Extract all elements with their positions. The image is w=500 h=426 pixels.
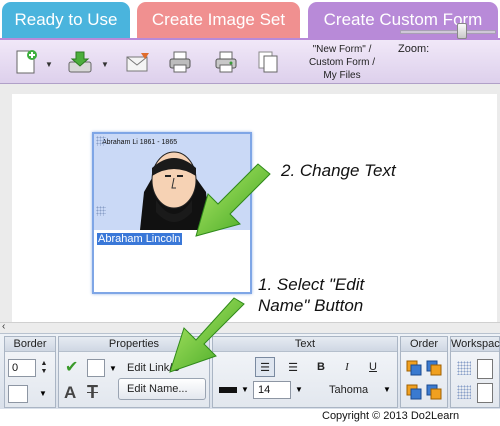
border-color-swatch[interactable] — [8, 385, 28, 403]
properties-ribbon: Border 0 ▲ ▼ ▼ Properties ✔ ▼ Edit Link/U… — [0, 333, 500, 409]
grid-icon[interactable] — [457, 385, 471, 399]
email-button[interactable] — [124, 48, 152, 76]
zoom-slider-thumb[interactable] — [457, 23, 468, 39]
align-center-button[interactable]: ☰ — [255, 357, 275, 377]
save-icon — [68, 51, 92, 73]
text-color-swatch[interactable] — [219, 387, 237, 393]
resize-handle-icon[interactable] — [96, 206, 106, 216]
group-title: Border — [5, 337, 55, 352]
order-icons[interactable] — [405, 357, 445, 405]
group-title: Properties — [59, 337, 209, 352]
tab-ready-to-use[interactable]: Ready to Use — [2, 2, 130, 38]
font-size-input[interactable]: 14 — [253, 381, 291, 399]
annotation-step-2: 2. Change Text — [281, 161, 396, 180]
clear-format-icon[interactable]: T — [87, 382, 98, 403]
horizontal-scrollbar[interactable]: ‹ — [0, 321, 500, 333]
check-icon[interactable]: ✔ — [65, 357, 78, 377]
zoom-label: Zoom: — [398, 43, 430, 55]
breadcrumb: "New Form" / Custom Form / My Files — [296, 43, 388, 82]
order-group: Order — [400, 336, 448, 408]
copyright-text: Copyright © 2013 Do2Learn — [322, 410, 460, 422]
fill-color-swatch[interactable] — [87, 359, 105, 377]
chevron-down-icon[interactable]: ▼ — [295, 385, 303, 394]
align-right-button[interactable]: ☰ — [283, 357, 303, 377]
copy-icon — [258, 51, 278, 73]
toolbar: ▼ ▼ "New Form" / Custom Form / My Files … — [0, 38, 500, 84]
breadcrumb-item[interactable]: "New Form" / — [296, 43, 388, 56]
save-button[interactable] — [66, 48, 94, 76]
border-group: Border 0 ▲ ▼ ▼ — [4, 336, 56, 408]
print-button[interactable] — [166, 48, 194, 76]
email-icon — [126, 53, 149, 72]
text-group: Text ☰ ☰ B I U ▼ 14 ▼ Tahoma ▼ — [212, 336, 398, 408]
chevron-down-icon[interactable]: ▼ — [109, 364, 117, 373]
annotation-line: Name" Button — [258, 296, 364, 315]
print-preview-button[interactable] — [212, 48, 240, 76]
chevron-down-icon[interactable]: ▼ — [45, 60, 53, 69]
italic-button[interactable]: I — [337, 357, 357, 377]
new-form-button[interactable] — [12, 48, 40, 76]
group-title: Order — [401, 337, 447, 352]
new-form-icon — [16, 50, 37, 74]
scroll-left-icon[interactable]: ‹ — [2, 321, 5, 332]
resize-handle-icon[interactable] — [96, 136, 106, 146]
edit-link-button[interactable]: Edit Link/U — [127, 362, 180, 374]
breadcrumb-item[interactable]: Custom Form / — [296, 56, 388, 69]
grid-icon[interactable] — [457, 361, 471, 375]
card-image: Abraham Li 1861 - 1865 — [94, 134, 250, 230]
chevron-down-icon[interactable]: ▼ — [101, 60, 109, 69]
edit-name-button[interactable]: Edit Name... — [118, 378, 206, 400]
border-width-input[interactable]: 0 — [8, 359, 36, 377]
card-caption: Abraham Li 1861 - 1865 — [102, 139, 178, 146]
page-icon[interactable] — [477, 359, 493, 379]
portrait-image — [140, 151, 210, 230]
chevron-down-icon[interactable]: ▼ — [39, 389, 47, 398]
print-preview-icon — [215, 51, 237, 73]
zoom-slider[interactable] — [400, 30, 496, 34]
breadcrumb-item[interactable]: My Files — [296, 69, 388, 82]
chevron-down-icon[interactable]: ▼ — [383, 385, 391, 394]
copy-button[interactable] — [254, 48, 282, 76]
annotation-step-1: 1. Select "Edit Name" Button — [258, 274, 364, 316]
tab-create-image-set[interactable]: Create Image Set — [137, 2, 300, 38]
group-title: Workspac — [451, 337, 500, 352]
group-title: Text — [213, 337, 397, 352]
annotation-line: 1. Select "Edit — [258, 275, 365, 294]
border-stepper[interactable]: ▲ ▼ — [37, 359, 51, 377]
workspace-group: Workspac — [450, 336, 500, 408]
font-family-select[interactable]: Tahoma — [329, 384, 368, 396]
underline-button[interactable]: U — [363, 357, 383, 377]
font-size-icon[interactable]: A — [64, 383, 76, 403]
page-icon[interactable] — [477, 383, 493, 403]
print-icon — [169, 51, 191, 73]
form-card[interactable]: Abraham Li 1861 - 1865 Abraham Lincoln — [92, 132, 252, 294]
bold-button[interactable]: B — [311, 357, 331, 377]
selected-name-text[interactable]: Abraham Lincoln — [97, 233, 182, 245]
chevron-down-icon[interactable]: ▼ — [241, 385, 249, 394]
